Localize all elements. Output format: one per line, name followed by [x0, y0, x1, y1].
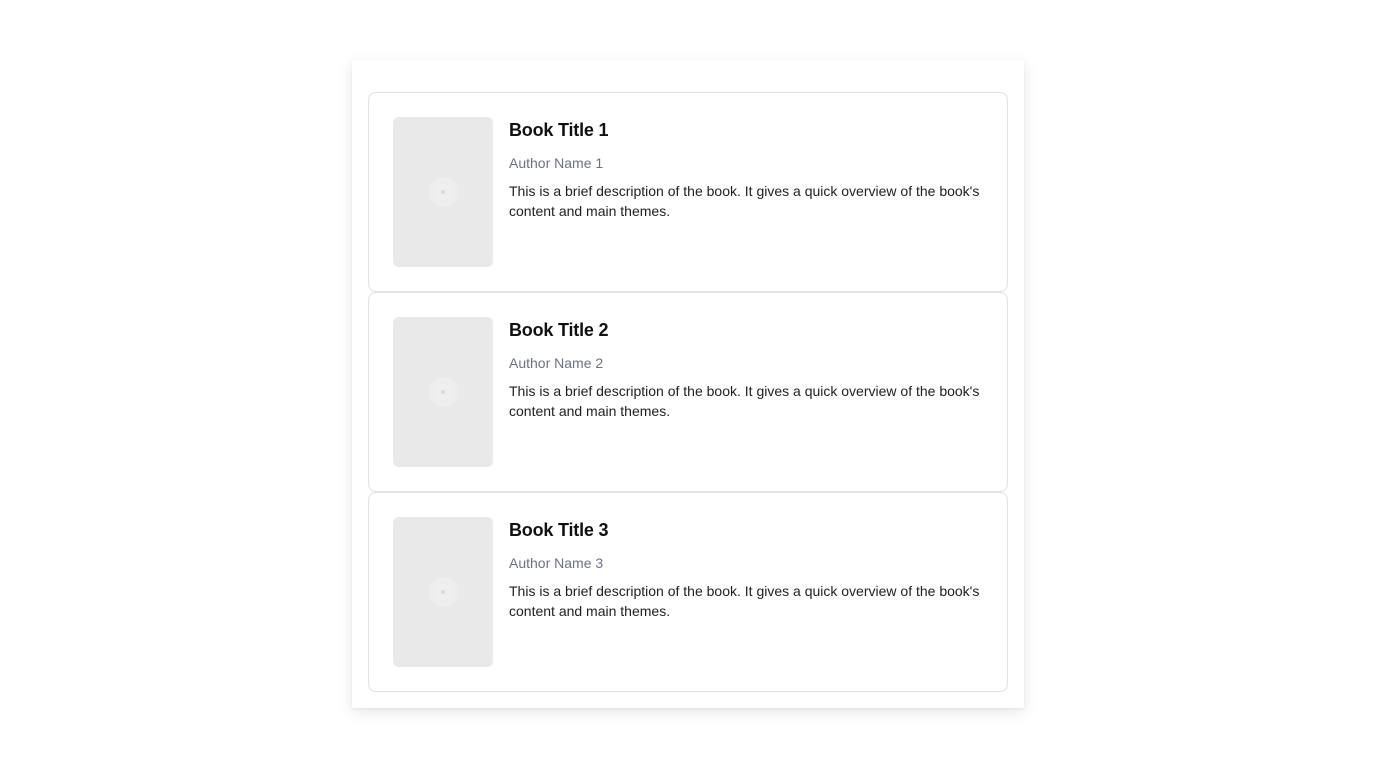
book-card[interactable]: Book Title 2 Author Name 2 This is a bri…	[368, 292, 1008, 492]
book-card[interactable]: Book Title 3 Author Name 3 This is a bri…	[368, 492, 1008, 692]
book-title: Book Title 1	[509, 120, 609, 140]
book-title: Book Title 3	[509, 520, 609, 540]
book-info: Book Title 1 Author Name 1 This is a bri…	[509, 117, 983, 221]
book-description: This is a brief description of the book.…	[509, 383, 980, 419]
image-placeholder-icon	[428, 377, 458, 407]
book-card[interactable]: Book Title 1 Author Name 1 This is a bri…	[368, 92, 1008, 292]
book-cover	[393, 517, 493, 667]
book-author: Author Name 1	[509, 155, 604, 171]
book-list-panel: Book Title 1 Author Name 1 This is a bri…	[352, 60, 1024, 708]
book-description: This is a brief description of the book.…	[509, 583, 980, 619]
book-info: Book Title 3 Author Name 3 This is a bri…	[509, 517, 983, 621]
book-cover	[393, 317, 493, 467]
image-placeholder-icon	[428, 577, 458, 607]
book-title: Book Title 2	[509, 320, 609, 340]
book-author: Author Name 3	[509, 555, 604, 571]
book-cover	[393, 117, 493, 267]
book-author: Author Name 2	[509, 355, 604, 371]
image-placeholder-icon	[428, 177, 458, 207]
book-info: Book Title 2 Author Name 2 This is a bri…	[509, 317, 983, 421]
book-description: This is a brief description of the book.…	[509, 183, 980, 219]
